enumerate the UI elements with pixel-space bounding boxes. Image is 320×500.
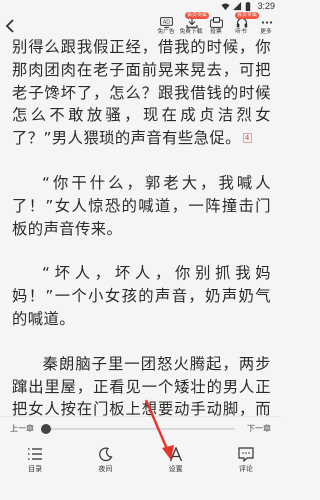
paragraph-note-mark[interactable]: 4 bbox=[242, 133, 252, 144]
nav-label: 设置 bbox=[168, 465, 183, 473]
battery-icon bbox=[245, 1, 254, 11]
chapter-progress-handle[interactable] bbox=[41, 424, 51, 434]
svg-text:AD: AD bbox=[163, 19, 170, 25]
nav-comments[interactable]: 评论 bbox=[221, 446, 271, 500]
list-icon bbox=[27, 446, 43, 462]
font-a-icon bbox=[168, 446, 184, 462]
tool-label: 更多 bbox=[260, 28, 273, 35]
comment-icon bbox=[238, 446, 254, 462]
nav-catalog[interactable]: 目录 bbox=[10, 446, 60, 500]
next-chapter-button[interactable]: 下一章 bbox=[247, 423, 271, 434]
back-arrow-icon[interactable] bbox=[4, 18, 18, 34]
paragraph-text: “坏人，坏人，你别抓我妈妈！”一个小女孩的声音，奶声奶气的喊道。 bbox=[12, 264, 271, 328]
paragraph: “你干什么，郭老大，我喊人了！”女人惊恐的喊道，一阵撞击门板的声音传来。 bbox=[12, 172, 271, 240]
status-time: 3:29 bbox=[257, 1, 275, 11]
bottom-nav: 目录 夜间 设置 评论 bbox=[0, 440, 281, 500]
signal-icon bbox=[233, 1, 242, 11]
paragraph: “坏人，坏人，你别抓我妈妈！”一个小女孩的声音，奶声奶气的喊道。 bbox=[12, 262, 271, 330]
tool-label: 免费下载 bbox=[180, 28, 203, 35]
vote-icon bbox=[210, 16, 224, 28]
tool-label: 投票 bbox=[210, 28, 223, 35]
status-icons: 3:29 bbox=[221, 1, 275, 11]
moon-icon bbox=[97, 446, 113, 462]
paragraph-text: 别得么跟我假正经，借我的时候，你那肉团肉在老子面前晃来晃去，可把老子馋坏了，怎么… bbox=[12, 38, 271, 148]
chapter-progress-bar: 上一章 下一章 bbox=[0, 416, 281, 440]
chapter-progress-track[interactable] bbox=[41, 424, 235, 434]
more-dots-icon bbox=[260, 16, 274, 28]
nav-label: 目录 bbox=[28, 465, 43, 473]
prev-chapter-button[interactable]: 上一章 bbox=[10, 423, 34, 434]
paragraph-text: “你干什么，郭老大，我喊人了！”女人惊恐的喊道，一阵撞击门板的声音传来。 bbox=[12, 173, 271, 238]
nav-label: 评论 bbox=[238, 465, 253, 473]
nav-settings[interactable]: 设置 bbox=[151, 446, 201, 500]
wifi-icon bbox=[221, 2, 231, 11]
tool-label: 免广告 bbox=[157, 28, 176, 35]
paragraph: 别得么跟我假正经，借我的时候，你那肉团肉在老子面前晃来晃去，可把老子馋坏了，怎么… bbox=[12, 36, 271, 150]
nav-label: 夜间 bbox=[98, 465, 113, 473]
tool-label: 听书 bbox=[235, 28, 248, 35]
nav-night[interactable]: 夜间 bbox=[80, 446, 130, 500]
ad-free-icon: AD bbox=[160, 16, 174, 28]
